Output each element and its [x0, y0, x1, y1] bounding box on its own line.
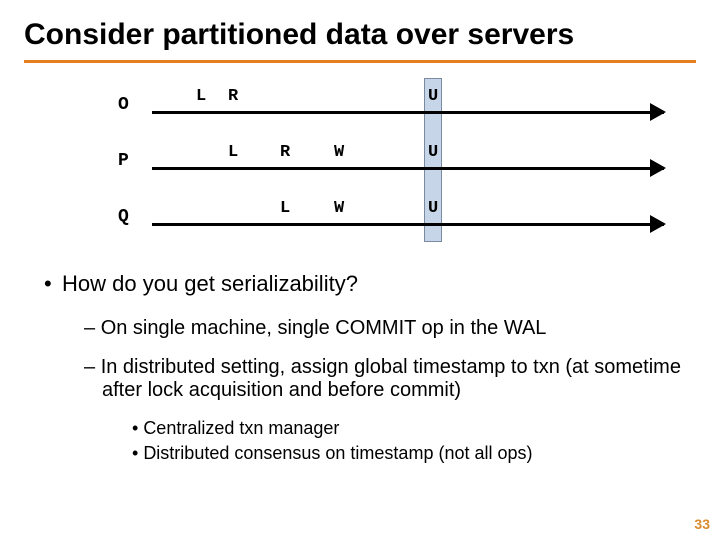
bullet-lvl2: – In distributed setting, assign global …	[62, 356, 696, 402]
bullet-lvl3: • Distributed consensus on timestamp (no…	[58, 443, 696, 464]
bullet-lvl2: – On single machine, single COMMIT op in…	[62, 317, 696, 340]
event-label: L	[280, 199, 290, 218]
event-label: L	[196, 87, 206, 106]
arrowhead-icon	[650, 103, 666, 121]
event-label: W	[334, 143, 344, 162]
event-label: U	[428, 199, 438, 218]
slide-title: Consider partitioned data over servers	[24, 18, 696, 52]
bullet-lvl3: • Centralized txn manager	[58, 418, 696, 439]
event-label: W	[334, 199, 344, 218]
axis	[152, 167, 664, 170]
axis	[152, 111, 664, 114]
arrowhead-icon	[650, 215, 666, 233]
bullet-text: Centralized txn manager	[143, 418, 339, 438]
event-label: U	[428, 87, 438, 106]
title-rule	[24, 60, 696, 63]
server-label-o: O	[118, 95, 129, 115]
bullet-text: How do you get serializability?	[62, 271, 358, 296]
event-label: R	[280, 143, 290, 162]
timeline-p: P L R W U	[124, 137, 664, 183]
event-label: R	[228, 87, 238, 106]
arrowhead-icon	[650, 159, 666, 177]
timeline-q: Q L W U	[124, 193, 664, 239]
axis	[152, 223, 664, 226]
page-number: 33	[694, 516, 710, 532]
server-label-q: Q	[118, 207, 129, 227]
bullet-list: •How do you get serializability? – On si…	[24, 271, 696, 464]
bullet-text: Distributed consensus on timestamp (not …	[143, 443, 532, 463]
bullet-text: In distributed setting, assign global ti…	[101, 356, 681, 401]
timeline-diagram: O L R U P L R W U Q L W U	[124, 81, 664, 251]
event-label: L	[228, 143, 238, 162]
server-label-p: P	[118, 151, 129, 171]
timeline-o: O L R U	[124, 81, 664, 127]
event-label: U	[428, 143, 438, 162]
bullet-lvl1: •How do you get serializability?	[44, 271, 696, 297]
bullet-text: On single machine, single COMMIT op in t…	[101, 317, 547, 339]
